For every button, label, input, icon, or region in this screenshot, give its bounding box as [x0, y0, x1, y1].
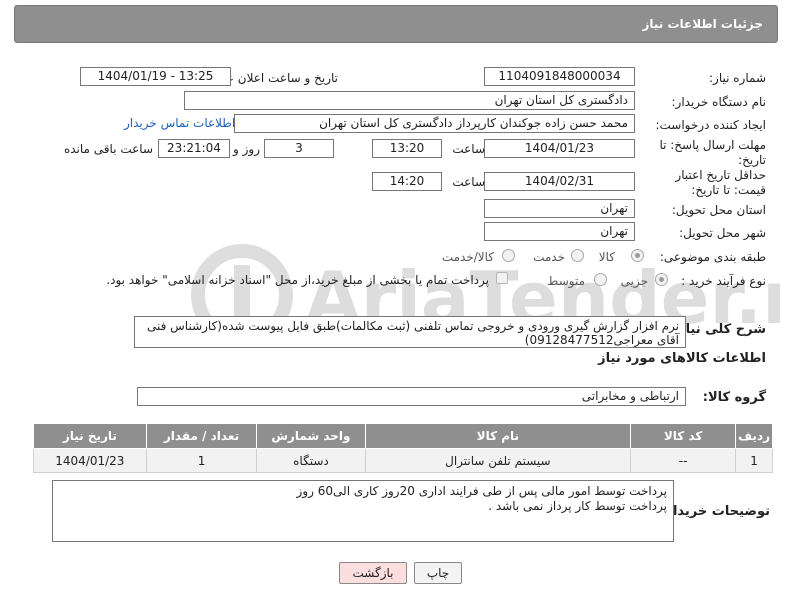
- announce-date-field: 1404/01/19 - 13:25: [80, 67, 231, 86]
- days-label: روز و: [233, 142, 260, 156]
- province-field: تهران: [484, 199, 635, 218]
- cell-item-name: سیستم تلفن سانترال: [364, 448, 632, 473]
- category-radio-service[interactable]: [571, 249, 584, 262]
- reply-deadline-label: مهلت ارسال پاسخ: تا تاریخ:: [659, 138, 766, 167]
- print-button[interactable]: چاپ: [414, 562, 462, 584]
- col-header-item-code: کد کالا: [630, 423, 737, 449]
- buyer-org-label: نام دستگاه خریدار:: [671, 95, 767, 109]
- reply-time-label: ساعت: [452, 142, 485, 156]
- header-panel: جزئیات اطلاعات نیاز: [14, 5, 778, 43]
- items-table: ردیف کد کالا نام کالا واحد شمارش تعداد /…: [33, 423, 773, 473]
- city-label: شهر محل تحویل:: [679, 226, 766, 240]
- province-label: استان محل تحویل:: [671, 203, 766, 217]
- remaining-time-field: 23:21:04: [158, 139, 230, 158]
- back-button[interactable]: بازگشت: [339, 562, 407, 584]
- goods-group-field: ارتباطی و مخابراتی: [137, 387, 686, 406]
- process-type-label: نوع فرآیند خرید :: [681, 274, 766, 288]
- panel-title: جزئیات اطلاعات نیاز: [642, 17, 763, 31]
- buyer-notes-textarea[interactable]: پرداخت توسط امور مالی پس از طی فرایند اد…: [52, 480, 674, 542]
- price-date-field: 1404/02/31: [484, 172, 635, 191]
- process-radio-minor[interactable]: [655, 273, 668, 286]
- category-label: طبقه بندی موضوعی:: [659, 250, 766, 264]
- reply-time-field: 13:20: [372, 139, 442, 158]
- buyer-contact-link[interactable]: اطلاعات تماس خریدار: [124, 116, 235, 130]
- creator-field: محمد حسن زاده جوکندان کارپرداز دادگستری …: [234, 114, 635, 133]
- category-goods-service-label: کالا/خدمت: [441, 250, 494, 264]
- cell-need-date: 1404/01/23: [33, 448, 147, 473]
- creator-label: ایجاد کننده درخواست:: [655, 118, 766, 132]
- days-field: 3: [264, 139, 334, 158]
- price-validity-label: حداقل تاریخ اعتبار قیمت: تا تاریخ:: [675, 168, 766, 197]
- table-row: 1 -- سیستم تلفن سانترال دستگاه 1 1404/01…: [33, 448, 773, 473]
- need-number-label: شماره نیاز:: [709, 71, 766, 85]
- goods-group-label: گروه کالا:: [702, 390, 766, 405]
- need-number-field: 1104091848000034: [484, 67, 635, 86]
- process-minor-label: جزیی: [620, 274, 648, 288]
- announce-date-value: 1404/01/19 - 13:25: [97, 69, 214, 83]
- price-time-field: 14:20: [372, 172, 442, 191]
- process-medium-label: متوسط: [547, 274, 585, 288]
- buyer-notes-label: توضیحات خریدار:: [660, 504, 770, 519]
- col-header-need-date: تاریخ نیاز: [33, 423, 147, 449]
- buyer-org-field: دادگستری کل استان تهران: [184, 91, 635, 110]
- category-radio-goods-service[interactable]: [502, 249, 515, 262]
- cell-unit: دستگاه: [256, 448, 366, 473]
- reply-date-field: 1404/01/23: [484, 139, 635, 158]
- col-header-quantity: تعداد / مقدار: [145, 423, 258, 449]
- price-time-label: ساعت: [452, 175, 485, 189]
- process-radio-medium[interactable]: [594, 273, 607, 286]
- cell-item-code: --: [630, 448, 737, 473]
- remaining-time-label: ساعت باقی مانده: [63, 142, 153, 156]
- table-header-row: ردیف کد کالا نام کالا واحد شمارش تعداد /…: [33, 423, 773, 449]
- category-goods-label: کالا: [598, 250, 615, 264]
- category-service-label: خدمت: [533, 250, 565, 264]
- cell-row-number: 1: [735, 448, 773, 473]
- col-header-unit: واحد شمارش: [256, 423, 366, 449]
- category-radio-goods[interactable]: [631, 249, 644, 262]
- buyer-notes-line-2: پرداخت توسط کار پرداز نمی باشد .: [488, 499, 667, 513]
- col-header-row-number: ردیف: [735, 423, 773, 449]
- description-label: شرح کلی نیاز:: [672, 322, 766, 337]
- city-field: تهران: [484, 222, 635, 241]
- description-textarea[interactable]: نرم افزار گزارش گیری ورودی و خروجی تماس …: [134, 316, 686, 348]
- cell-quantity: 1: [145, 448, 258, 473]
- goods-section-title: اطلاعات کالاهای مورد نیاز: [598, 351, 766, 366]
- treasury-checkbox[interactable]: [496, 272, 508, 284]
- payment-note: پرداخت تمام یا بخشی از مبلغ خرید،از محل …: [106, 273, 489, 287]
- buyer-notes-line-1: پرداخت توسط امور مالی پس از طی فرایند اد…: [296, 484, 667, 498]
- col-header-item-name: نام کالا: [364, 423, 632, 449]
